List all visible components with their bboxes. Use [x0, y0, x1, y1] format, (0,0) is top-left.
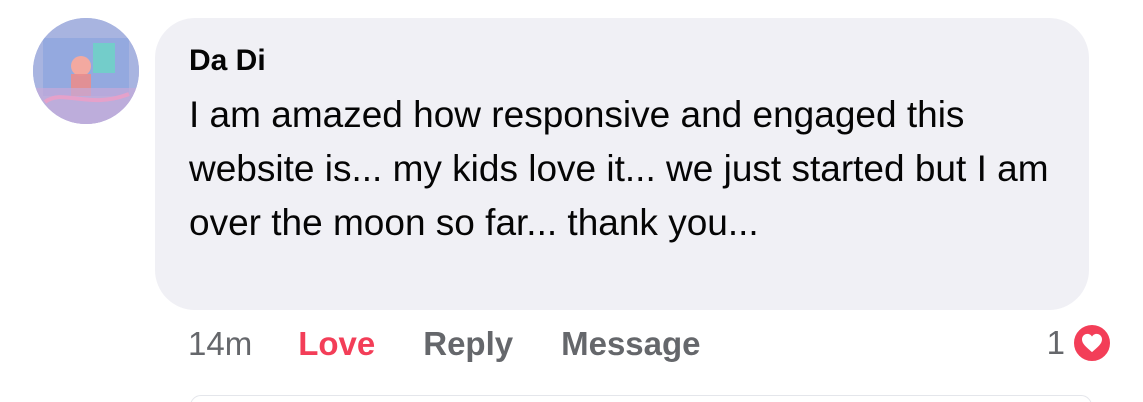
comment-timestamp[interactable]: 14m	[188, 325, 252, 363]
comment-actions: 14m Love Reply Message	[188, 322, 701, 366]
reply-button[interactable]: Reply	[423, 325, 513, 363]
comment-bubble: Da Di I am amazed how responsive and eng…	[155, 18, 1089, 310]
comment-author[interactable]: Da Di	[189, 42, 1055, 80]
comment-text: I am amazed how responsive and engaged t…	[189, 94, 1049, 243]
message-button[interactable]: Message	[561, 325, 700, 363]
reaction-count: 1	[1046, 324, 1065, 361]
love-button[interactable]: Love	[298, 325, 375, 363]
avatar[interactable]	[33, 18, 139, 124]
heart-icon	[1071, 322, 1113, 364]
reaction-summary[interactable]: 1	[1047, 321, 1113, 365]
next-comment-outline	[190, 395, 1092, 402]
avatar-image	[33, 18, 139, 124]
comment-thread: Da Di I am amazed how responsive and eng…	[0, 0, 1143, 402]
